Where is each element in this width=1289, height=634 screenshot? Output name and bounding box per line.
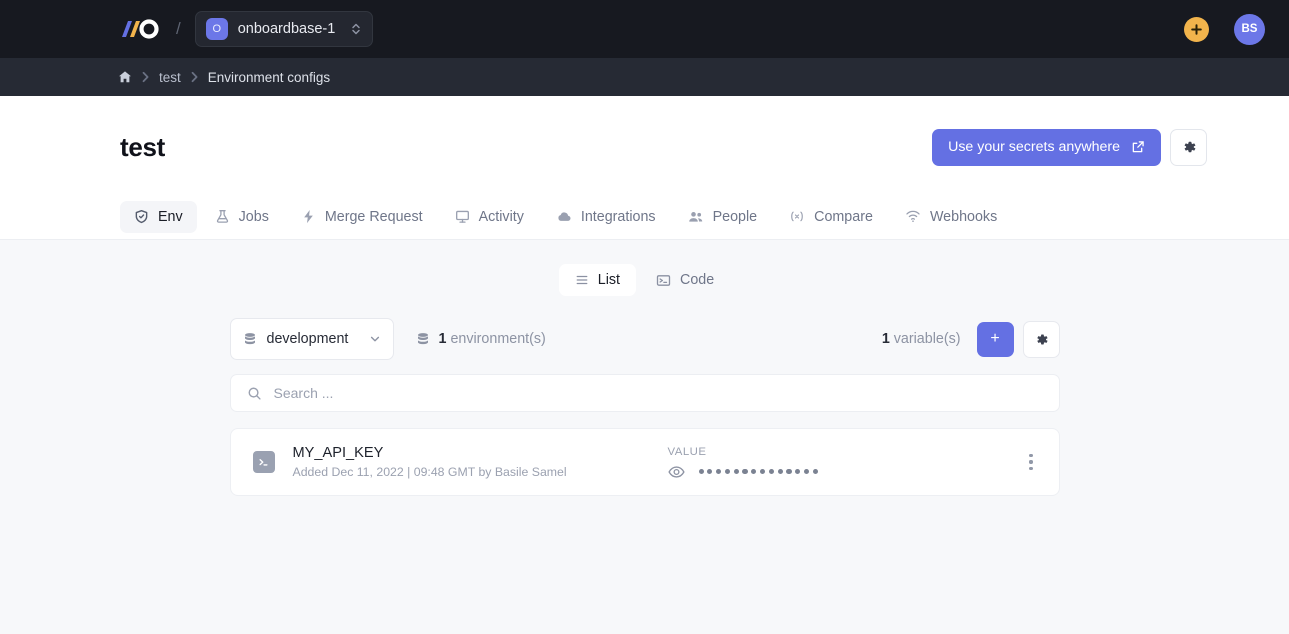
list-icon	[575, 273, 589, 287]
eye-icon[interactable]	[667, 465, 685, 479]
variable-name: MY_API_KEY	[292, 445, 384, 461]
broadcast-icon	[905, 209, 921, 224]
variables-settings-button[interactable]	[1022, 320, 1060, 358]
page-header: test Use your secrets anywhere	[0, 96, 1289, 172]
org-avatar: O	[205, 18, 228, 40]
variables-panel: development 1 environment(s) 1 variable(…	[229, 318, 1060, 496]
use-secrets-anywhere-label: Use your secrets anywhere	[948, 139, 1120, 155]
variable-meta: Added Dec 11, 2022 | 09:48 GMT by Basile…	[292, 465, 567, 479]
tab-people[interactable]: People	[674, 201, 772, 233]
user-avatar[interactable]: BS	[1234, 13, 1265, 45]
database-icon	[243, 332, 257, 347]
masked-value	[698, 468, 818, 475]
view-mode-list-label: List	[597, 272, 621, 288]
view-mode-code-label: Code	[680, 272, 715, 288]
page-header-row: test Use your secrets anywhere	[120, 122, 1207, 172]
tab-integrations[interactable]: Integrations	[542, 201, 670, 233]
users-icon	[688, 209, 704, 225]
content-area: List Code development 1 environment(s) 1…	[0, 240, 1289, 634]
external-link-icon	[1131, 140, 1145, 154]
variable-menu-button[interactable]	[1019, 446, 1042, 479]
search-icon	[247, 386, 262, 401]
variable-value-block: VALUE	[668, 446, 1020, 479]
quick-add-button[interactable]	[1184, 16, 1209, 42]
tab-jobs[interactable]: Jobs	[201, 201, 283, 233]
page-title: test	[120, 131, 166, 162]
terminal-icon	[656, 273, 671, 288]
variables-controls: development 1 environment(s) 1 variable(…	[229, 318, 1060, 360]
breadcrumb-separator-icon-2	[190, 71, 199, 83]
environment-count-label: environment(s)	[450, 331, 546, 347]
org-selector[interactable]: O onboardbase-1	[194, 11, 373, 47]
onboardbase-logo[interactable]	[118, 16, 160, 42]
variable-name-block: MY_API_KEY Added Dec 11, 2022 | 09:48 GM…	[293, 445, 668, 479]
database-icon-2	[416, 332, 430, 347]
view-mode-toggle: List Code	[0, 264, 1289, 296]
cloud-icon	[556, 209, 572, 225]
gear-icon-2	[1034, 332, 1049, 347]
environment-select[interactable]: development	[229, 318, 394, 360]
variable-row[interactable]: MY_API_KEY Added Dec 11, 2022 | 09:48 GM…	[229, 428, 1060, 496]
chevron-down-icon	[369, 333, 381, 345]
terminal-icon-variable	[252, 451, 275, 473]
variable-count: 1 variable(s)	[882, 331, 961, 347]
value-label: VALUE	[667, 445, 707, 458]
tab-env-label: Env	[158, 208, 183, 225]
chevron-up-down-icon	[350, 22, 362, 36]
add-variable-button[interactable]: +	[976, 321, 1014, 357]
org-name: onboardbase-1	[237, 21, 336, 37]
flask-icon	[215, 209, 230, 224]
monitor-icon	[455, 209, 470, 224]
view-mode-list[interactable]: List	[558, 264, 637, 296]
tab-merge-request[interactable]: Merge Request	[287, 201, 437, 233]
topbar-divider: /	[176, 19, 181, 38]
view-mode-code[interactable]: Code	[640, 264, 730, 296]
use-secrets-anywhere-button[interactable]: Use your secrets anywhere	[932, 128, 1161, 166]
tab-merge-request-label: Merge Request	[324, 208, 423, 225]
variable-count-label: variable(s)	[893, 331, 961, 347]
tab-activity-label: Activity	[478, 208, 524, 225]
environment-count: 1 environment(s)	[416, 331, 546, 347]
tab-people-label: People	[712, 208, 758, 225]
lightning-icon	[301, 209, 316, 224]
tab-env[interactable]: Env	[120, 200, 197, 233]
tab-webhooks-label: Webhooks	[929, 208, 998, 225]
breadcrumb-home-icon[interactable]	[118, 70, 132, 84]
search-bar[interactable]	[229, 374, 1060, 412]
tab-compare[interactable]: Compare	[775, 201, 887, 233]
tab-jobs-label: Jobs	[238, 208, 269, 225]
tab-activity[interactable]: Activity	[441, 201, 538, 233]
header-settings-button[interactable]	[1170, 128, 1207, 166]
tab-integrations-label: Integrations	[580, 208, 656, 225]
environment-count-number: 1	[438, 331, 447, 347]
environment-select-value: development	[266, 331, 349, 347]
code-brackets-icon	[789, 209, 805, 224]
breadcrumb: test Environment configs	[0, 58, 1289, 96]
breadcrumb-separator-icon	[141, 71, 150, 83]
top-navigation-bar: / O onboardbase-1 BS	[0, 0, 1289, 58]
section-tabs: Env Jobs Merge Request Activity Integrat…	[0, 172, 1289, 240]
gear-icon	[1181, 139, 1197, 155]
breadcrumb-item-test[interactable]: test	[159, 70, 181, 85]
breadcrumb-item-environment-configs[interactable]: Environment configs	[208, 70, 330, 85]
variable-count-number: 1	[881, 331, 890, 347]
search-input[interactable]	[273, 385, 1043, 401]
shield-icon	[134, 209, 149, 224]
tab-webhooks[interactable]: Webhooks	[891, 201, 1011, 233]
value-row	[667, 465, 1020, 479]
tab-compare-label: Compare	[814, 208, 873, 225]
